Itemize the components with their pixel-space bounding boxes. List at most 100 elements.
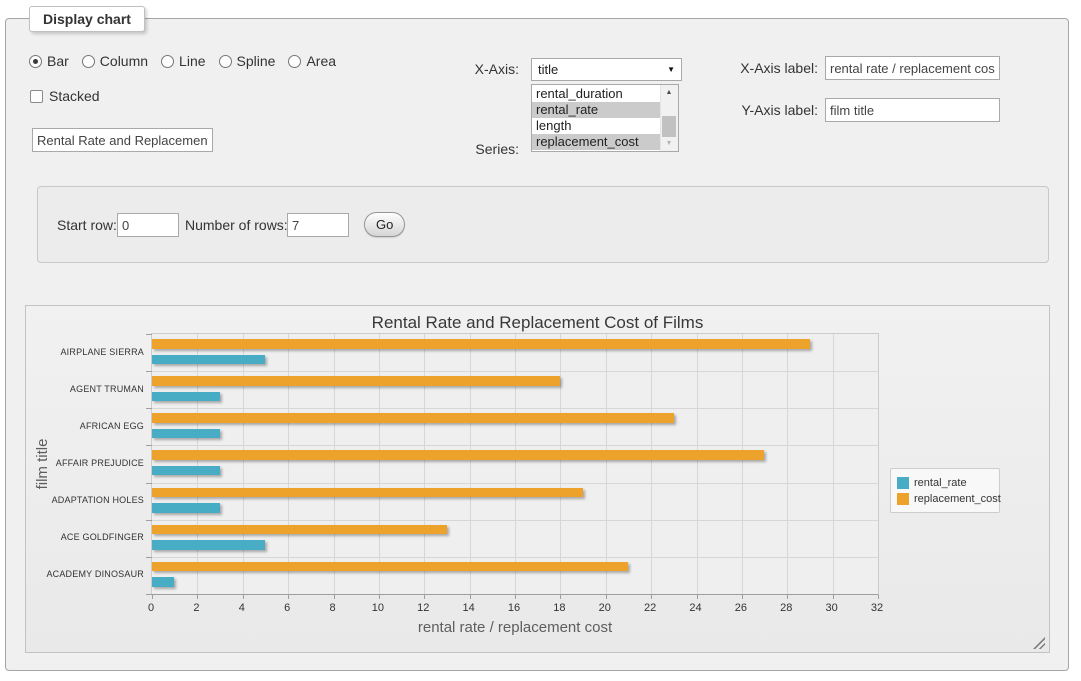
- scrollbar-thumb[interactable]: [662, 116, 676, 137]
- x-tick-label: 18: [544, 602, 574, 614]
- x-axis-selected-value: title: [538, 62, 558, 77]
- x-axis-tick: [197, 595, 198, 599]
- gridline: [152, 445, 878, 446]
- gridline: [152, 371, 878, 372]
- gridline: [742, 334, 743, 594]
- x-axis-label-caption: X-Axis label:: [740, 60, 818, 76]
- series-option-length[interactable]: length: [532, 118, 661, 134]
- bar-replacement_cost[interactable]: [152, 339, 810, 349]
- gridline: [560, 334, 561, 594]
- series-scrollbar[interactable]: ▲ ▼: [660, 85, 678, 151]
- x-axis-tick: [470, 595, 471, 599]
- bar-rental_rate[interactable]: [152, 355, 265, 365]
- y-axis-tick: [146, 408, 152, 409]
- chart-type-option-column[interactable]: Column: [82, 53, 148, 69]
- series-option-rental_duration[interactable]: rental_duration: [532, 86, 661, 102]
- chart-type-option-spline[interactable]: Spline: [219, 53, 276, 69]
- bar-rental_rate[interactable]: [152, 577, 174, 587]
- x-axis-title: rental rate / replacement cost: [151, 619, 879, 636]
- gridline: [697, 334, 698, 594]
- chart-type-label: Spline: [237, 53, 276, 69]
- legend-item-rental_rate[interactable]: rental_rate: [897, 475, 995, 490]
- gridline: [379, 334, 380, 594]
- gridline: [288, 334, 289, 594]
- bar-rental_rate[interactable]: [152, 503, 220, 513]
- chart-type-option-bar[interactable]: Bar: [29, 53, 69, 69]
- chart-type-radio-area[interactable]: [288, 55, 301, 68]
- series-listbox[interactable]: rental_durationrental_ratelengthreplacem…: [531, 84, 679, 152]
- legend-label: rental_rate: [914, 477, 967, 489]
- legend-item-replacement_cost[interactable]: replacement_cost: [897, 491, 995, 506]
- x-tick-label: 0: [136, 602, 166, 614]
- bar-rental_rate[interactable]: [152, 466, 220, 476]
- category-label: AFFAIR PREJUDICE: [34, 458, 144, 469]
- chart-type-label: Bar: [47, 53, 69, 69]
- stacked-checkbox[interactable]: [30, 90, 43, 103]
- x-tick-label: 4: [227, 602, 257, 614]
- bar-replacement_cost[interactable]: [152, 525, 447, 535]
- x-tick-label: 16: [499, 602, 529, 614]
- bar-replacement_cost[interactable]: [152, 562, 628, 572]
- chart-type-label: Area: [306, 53, 336, 69]
- chart-type-radio-column[interactable]: [82, 55, 95, 68]
- number-of-rows-input[interactable]: [287, 213, 349, 237]
- plot-area: [151, 333, 879, 595]
- x-tick-label: 20: [590, 602, 620, 614]
- gridline: [787, 334, 788, 594]
- gridline: [651, 334, 652, 594]
- bar-replacement_cost[interactable]: [152, 413, 674, 423]
- x-tick-label: 22: [635, 602, 665, 614]
- x-axis-tick: [152, 595, 153, 599]
- x-axis-select[interactable]: title ▼: [531, 58, 682, 81]
- x-tick-label: 28: [771, 602, 801, 614]
- chart-type-radio-bar[interactable]: [29, 55, 42, 68]
- bar-rental_rate[interactable]: [152, 392, 220, 402]
- gridline: [334, 334, 335, 594]
- category-label: ACE GOLDFINGER: [34, 532, 144, 543]
- gridline: [152, 520, 878, 521]
- series-option-replacement_cost[interactable]: replacement_cost: [532, 134, 661, 150]
- y-axis-tick: [146, 520, 152, 521]
- display-chart-panel: Display chart BarColumnLineSplineArea St…: [5, 18, 1069, 671]
- chart-container: Rental Rate and Replacement Cost of Film…: [25, 305, 1050, 653]
- bar-replacement_cost[interactable]: [152, 376, 560, 386]
- x-axis-tick: [334, 595, 335, 599]
- gridline: [243, 334, 244, 594]
- legend-label: replacement_cost: [914, 493, 1001, 505]
- chart-type-option-area[interactable]: Area: [288, 53, 336, 69]
- start-row-label: Start row:: [57, 217, 117, 233]
- scroll-down-icon[interactable]: ▼: [661, 136, 677, 151]
- bar-rental_rate[interactable]: [152, 429, 220, 439]
- stacked-label: Stacked: [49, 88, 100, 104]
- bar-replacement_cost[interactable]: [152, 450, 764, 460]
- y-axis-tick: [146, 371, 152, 372]
- x-tick-label: 8: [318, 602, 348, 614]
- scroll-up-icon[interactable]: ▲: [661, 85, 677, 100]
- bar-rental_rate[interactable]: [152, 540, 265, 550]
- gridline: [606, 334, 607, 594]
- chevron-down-icon: ▼: [667, 66, 675, 74]
- y-axis-label-input[interactable]: [825, 98, 1000, 122]
- chart-type-label: Column: [100, 53, 148, 69]
- chart-type-option-line[interactable]: Line: [161, 53, 205, 69]
- legend-swatch-rental_rate: [897, 477, 909, 489]
- resize-handle[interactable]: [1033, 637, 1045, 649]
- go-button[interactable]: Go: [364, 212, 405, 237]
- x-axis-tick: [288, 595, 289, 599]
- category-label: ACADEMY DINOSAUR: [34, 569, 144, 580]
- x-tick-label: 6: [272, 602, 302, 614]
- y-axis-tick: [146, 334, 152, 335]
- category-label: AFRICAN EGG: [34, 421, 144, 432]
- x-axis-label-input[interactable]: [825, 56, 1000, 80]
- chart-title-input[interactable]: [32, 128, 213, 152]
- start-row-input[interactable]: [117, 213, 179, 237]
- series-option-rental_rate[interactable]: rental_rate: [532, 102, 661, 118]
- stacked-option[interactable]: Stacked: [30, 88, 100, 104]
- gridline: [152, 408, 878, 409]
- chart-type-radio-spline[interactable]: [219, 55, 232, 68]
- bar-replacement_cost[interactable]: [152, 488, 583, 498]
- chart-type-radio-line[interactable]: [161, 55, 174, 68]
- x-tick-label: 14: [454, 602, 484, 614]
- x-axis-tick: [424, 595, 425, 599]
- gridline: [470, 334, 471, 594]
